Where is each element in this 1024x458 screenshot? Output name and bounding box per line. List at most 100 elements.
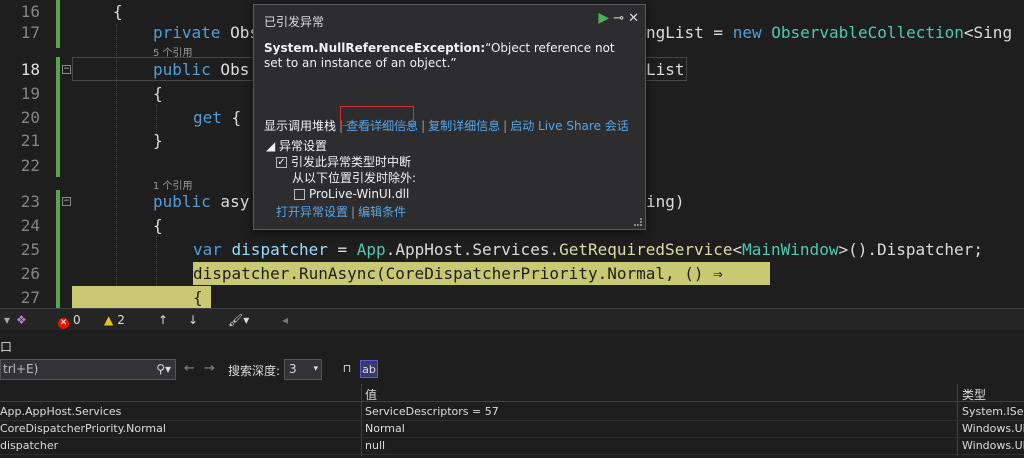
show-call-stack-link[interactable]: 显示调用堆栈 (264, 119, 336, 133)
grid-header: 值 类型 (0, 384, 1024, 402)
view-format-icon[interactable]: ab (360, 360, 378, 378)
error-icon: ✕ (58, 318, 69, 329)
module-row[interactable]: ProLive-WinUI.dll (266, 186, 416, 202)
keyword: public (153, 60, 211, 79)
panel-title: 口 (0, 340, 13, 354)
code-text: { (221, 108, 242, 127)
warning-icon: ▲ (104, 313, 114, 327)
line-number: 26 (20, 264, 40, 283)
arrow-up-icon[interactable]: ↑ (158, 312, 168, 328)
line-number: 21 (20, 131, 40, 150)
pin-icon[interactable]: ⊸ (613, 11, 624, 26)
keyword: private (153, 23, 221, 42)
close-icon[interactable]: ✕ (628, 11, 639, 26)
editor-status-bar: ▾ ❖ ✕ 0 ▲ 2 ↑ ↓ 🖌▾ ◂ (0, 308, 1024, 330)
checkbox-label: ProLive-WinUI.dll (309, 187, 410, 201)
table-row[interactable]: CoreDispatcherPriority.Normal Normal Win… (0, 421, 1024, 438)
line-number: 22 (20, 156, 40, 175)
code-text: = (327, 240, 357, 259)
code-text: dispatcher.RunAsync(CoreDispatcherPriori… (193, 264, 723, 283)
dropdown-icon[interactable]: ▾ (4, 312, 10, 328)
exception-helper-popup[interactable]: 已引发异常 ▶ ⊸ ✕ System.NullReferenceExceptio… (253, 4, 646, 230)
row-value: null (365, 439, 386, 452)
watch-panel: 口 trl+E) ⚲▾ ← → 搜索深度: 3 ▾ ⊓ ab 值 类型 App.… (0, 330, 1024, 458)
row-type: System.IServ (962, 405, 1024, 418)
code-line[interactable]: 26 dispatcher.RunAsync(CoreDispatcherPri… (0, 262, 1024, 286)
highlight-annotation (340, 106, 414, 126)
line-number: 23 (20, 192, 40, 211)
table-row[interactable]: dispatcher null Windows.UI (0, 438, 1024, 455)
type-name: ObservableCollection (761, 23, 964, 42)
column-type-header[interactable]: 类型 (962, 386, 986, 403)
code-text: <Sing (963, 23, 1013, 42)
brush-icon[interactable]: 🖌▾ (228, 312, 249, 328)
search-depth-label: 搜索深度: (228, 364, 281, 378)
resize-grip[interactable] (634, 218, 642, 226)
search-depth-value: 3 (289, 362, 297, 376)
code-text: asy (210, 192, 250, 211)
watch-toolbar: trl+E) ⚲▾ ← → 搜索深度: 3 ▾ ⊓ ab (0, 358, 1024, 382)
code-line[interactable]: 27 { (0, 286, 1024, 308)
line-number: 19 (20, 84, 40, 103)
except-from-label: 从以下位置引发时除外: (292, 171, 417, 185)
keyword: var (193, 240, 222, 259)
edit-conditions-link[interactable]: 编辑条件 (358, 205, 406, 219)
search-input[interactable]: trl+E) ⚲▾ (0, 359, 176, 380)
keyword: get (193, 108, 222, 127)
column-value-header[interactable]: 值 (365, 386, 377, 403)
search-placeholder: trl+E) (3, 362, 39, 376)
expand-triangle-icon: ◢ (266, 139, 280, 153)
break-when-thrown-checkbox[interactable]: ✓ (276, 157, 287, 168)
search-icon[interactable]: ⚲▾ (156, 360, 171, 379)
keyword: new (732, 23, 762, 42)
code-line[interactable]: 25 var dispatcher = App.AppHost.Services… (0, 238, 1024, 262)
continue-icon[interactable]: ▶ (598, 10, 609, 26)
code-text: } (153, 131, 163, 150)
warning-count-label: 2 (117, 313, 125, 327)
line-number: 20 (20, 108, 40, 127)
exception-message: System.NullReferenceException:“Object re… (264, 41, 636, 71)
live-share-link[interactable]: 启动 Live Share 会话 (510, 119, 629, 133)
error-count[interactable]: ✕ 0 (58, 312, 81, 329)
code-text: ing) (646, 192, 685, 211)
table-row[interactable]: App.AppHost.Services ServiceDescriptors … (0, 404, 1024, 421)
arrow-down-icon[interactable]: ↓ (188, 312, 198, 328)
open-exception-settings-link[interactable]: 打开异常设置 (276, 205, 348, 219)
code-text: < (732, 240, 743, 259)
row-name: CoreDispatcherPriority.Normal (0, 422, 166, 435)
type-name: MainWindow (742, 240, 839, 259)
line-number: 18 (20, 60, 40, 79)
break-when-thrown-row[interactable]: ✓ 引发此异常类型时中断 (266, 154, 416, 170)
keyword: public (153, 192, 211, 211)
popup-title: 已引发异常 (264, 15, 325, 29)
code-text: Obs (210, 60, 250, 79)
collapse-icon[interactable]: − (62, 197, 71, 206)
code-editor[interactable]: 16 { 17 private Obs ngList = new Observa… (0, 0, 1024, 308)
pin-icon[interactable]: ⊓ (338, 360, 356, 378)
copilot-icon[interactable]: ❖ (16, 312, 27, 328)
popup-bottom-links: 打开异常设置 | 编辑条件 (276, 205, 407, 219)
back-arrow-icon[interactable]: ← (184, 361, 195, 376)
search-depth-select[interactable]: 3 ▾ (284, 359, 322, 380)
popup-links: 显示调用堆栈 | 查看详细信息 | 复制详细信息 | 启动 Live Share 会话 (264, 119, 629, 133)
warning-count[interactable]: ▲ 2 (104, 312, 125, 328)
line-number: 24 (20, 216, 40, 235)
row-name: App.AppHost.Services (0, 405, 122, 418)
forward-arrow-icon[interactable]: → (204, 361, 215, 376)
module-checkbox[interactable] (294, 189, 305, 200)
scroll-left-icon[interactable]: ◂ (282, 312, 288, 328)
row-type: Windows.UI (962, 422, 1024, 435)
exception-type: System.NullReferenceException: (264, 41, 486, 55)
settings-header[interactable]: ◢ 异常设置 (266, 138, 416, 154)
reference-count[interactable]: 5 个引用 (153, 44, 193, 59)
row-value: Normal (365, 422, 405, 435)
variable-name: dispatcher (221, 240, 328, 259)
copy-details-link[interactable]: 复制详细信息 (428, 119, 500, 133)
exception-settings: ◢ 异常设置 ✓ 引发此异常类型时中断 从以下位置引发时除外: ProLive-W… (266, 138, 416, 202)
method-name: GetRequiredService (559, 240, 733, 259)
error-count-label: 0 (73, 313, 81, 327)
chevron-down-icon: ▾ (313, 364, 318, 374)
collapse-icon[interactable]: − (62, 65, 71, 74)
settings-header-label: 异常设置 (279, 139, 328, 153)
row-name: dispatcher (0, 439, 59, 452)
